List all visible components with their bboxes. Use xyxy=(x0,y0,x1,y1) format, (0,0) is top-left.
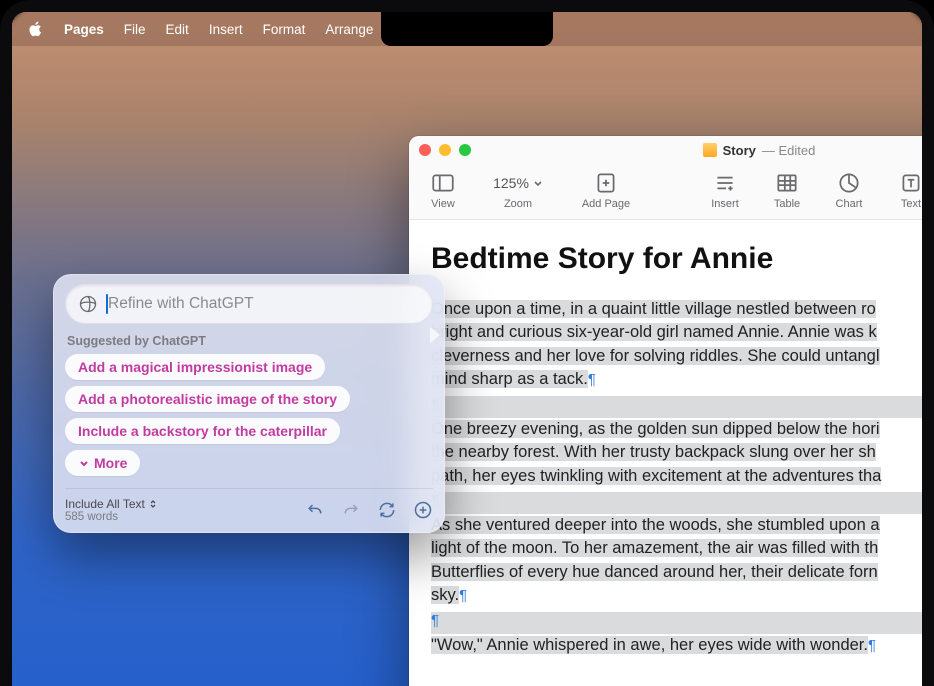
suggestion-chip-1[interactable]: Add a magical impressionist image xyxy=(65,354,325,380)
toolbar-view-button[interactable]: View xyxy=(423,170,463,210)
menu-insert[interactable]: Insert xyxy=(209,22,243,37)
blank-paragraph[interactable]: ¶ xyxy=(431,396,922,418)
suggestion-chip-2[interactable]: Add a photorealistic image of the story xyxy=(65,386,350,412)
redo-button[interactable] xyxy=(341,500,361,520)
pages-window: Story — Edited View 125% Zoom xyxy=(409,136,922,686)
toolbar-table-label: Table xyxy=(774,198,800,210)
refine-placeholder: Refine with ChatGPT xyxy=(108,295,254,313)
up-down-icon xyxy=(148,499,158,509)
suggestion-chip-3[interactable]: Include a backstory for the caterpillar xyxy=(65,418,340,444)
paragraph-4[interactable]: "Wow," Annie whispered in awe, her eyes … xyxy=(431,634,922,657)
laptop-frame: Pages File Edit Insert Format Arrange Vi… xyxy=(0,0,934,686)
toolbar-insert-label: Insert xyxy=(711,198,739,210)
paragraph-1[interactable]: Once upon a time, in a quaint little vil… xyxy=(431,298,922,392)
menu-edit[interactable]: Edit xyxy=(166,22,189,37)
refine-scope-selector[interactable]: Include All Text xyxy=(65,497,158,511)
zoom-value: 125% xyxy=(493,175,529,191)
chart-icon xyxy=(836,170,862,196)
document-icon xyxy=(703,143,717,157)
apple-menu-icon[interactable] xyxy=(28,21,44,37)
window-close-button[interactable] xyxy=(419,144,431,156)
toolbar-text-button[interactable]: Text xyxy=(891,170,922,210)
blank-paragraph[interactable]: ¶ xyxy=(431,612,922,634)
toolbar-zoom-label: Zoom xyxy=(504,198,532,210)
chatgpt-icon xyxy=(78,294,98,314)
toolbar-view-label: View xyxy=(431,198,455,210)
menu-format[interactable]: Format xyxy=(263,22,306,37)
desktop-screen: Pages File Edit Insert Format Arrange Vi… xyxy=(12,12,922,686)
blank-paragraph[interactable]: ¶ xyxy=(431,492,922,514)
chatgpt-refine-panel: Refine with ChatGPT Suggested by ChatGPT… xyxy=(53,274,445,533)
suggestion-chips: Add a magical impressionist image Add a … xyxy=(65,354,433,476)
display-notch xyxy=(381,12,553,46)
toolbar-table-button[interactable]: Table xyxy=(767,170,807,210)
toolbar-addpage-label: Add Page xyxy=(582,198,630,210)
suggested-by-label: Suggested by ChatGPT xyxy=(67,334,431,348)
sidebar-icon xyxy=(430,170,456,196)
refine-footer: Include All Text 585 words xyxy=(65,488,433,523)
paragraph-3[interactable]: As she ventured deeper into the woods, s… xyxy=(431,514,922,608)
insert-icon xyxy=(712,170,738,196)
window-title-status: — Edited xyxy=(762,143,816,158)
suggestion-more-chip[interactable]: More xyxy=(65,450,140,476)
window-title-name: Story xyxy=(723,143,756,158)
toolbar-zoom-button[interactable]: 125% Zoom xyxy=(485,170,551,210)
undo-button[interactable] xyxy=(305,500,325,520)
document-body[interactable]: Bedtime Story for Annie Once upon a time… xyxy=(409,220,922,686)
pilcrow-icon: ¶ xyxy=(588,371,596,388)
menu-file[interactable]: File xyxy=(124,22,146,37)
menu-arrange[interactable]: Arrange xyxy=(325,22,373,37)
paragraph-2[interactable]: One breezy evening, as the golden sun di… xyxy=(431,418,922,488)
titlebar: Story — Edited xyxy=(409,136,922,164)
toolbar-chart-button[interactable]: Chart xyxy=(829,170,869,210)
add-button[interactable] xyxy=(413,500,433,520)
window-minimize-button[interactable] xyxy=(439,144,451,156)
regenerate-button[interactable] xyxy=(377,500,397,520)
traffic-lights xyxy=(419,144,471,156)
toolbar: View 125% Zoom Add Page xyxy=(409,164,922,220)
toolbar-insert-button[interactable]: Insert xyxy=(705,170,745,210)
toolbar-addpage-button[interactable]: Add Page xyxy=(573,170,639,210)
window-title: Story — Edited xyxy=(409,143,922,158)
table-icon xyxy=(774,170,800,196)
toolbar-text-label: Text xyxy=(901,198,921,210)
window-fullscreen-button[interactable] xyxy=(459,144,471,156)
text-icon xyxy=(898,170,922,196)
document-heading[interactable]: Bedtime Story for Annie xyxy=(431,242,922,276)
plus-square-icon xyxy=(593,170,619,196)
refine-input[interactable]: Refine with ChatGPT xyxy=(65,284,433,324)
word-count: 585 words xyxy=(65,511,158,523)
menu-app[interactable]: Pages xyxy=(64,22,104,37)
toolbar-chart-label: Chart xyxy=(836,198,863,210)
